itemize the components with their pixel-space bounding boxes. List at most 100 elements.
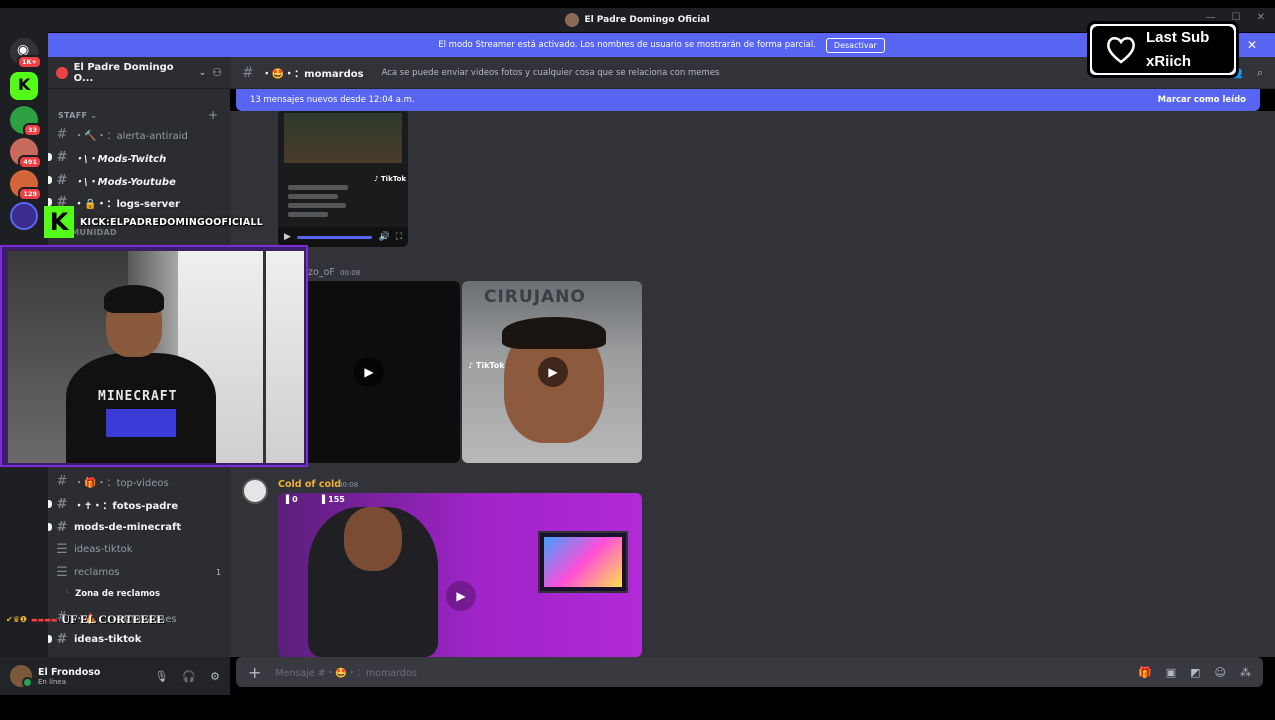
mentions-badge: 1K+ (16, 55, 42, 69)
add-attachment-icon[interactable]: + (248, 663, 261, 682)
add-channel-icon[interactable]: + (208, 108, 218, 122)
volume-icon[interactable]: 🔊 (378, 232, 389, 242)
unread-indicator (48, 523, 52, 531)
forum-icon: ☰ (56, 541, 68, 557)
unread-indicator (48, 635, 52, 643)
tiktok-watermark: ♪ TikTok (374, 175, 407, 183)
webcam-feed: MINECRAFT (8, 251, 304, 463)
hair-shape (502, 317, 606, 349)
server-avatar (565, 13, 580, 27)
message-list[interactable]: ♪ TikTok ▶ 🔊 ⛶ zo_oF 00:08 ▶ CIRUJANO ♪ … (230, 111, 1275, 657)
deactivate-streamer-button[interactable]: Desactivar (825, 37, 885, 53)
message-input[interactable]: Mensaje #・🤩・：momardos (275, 665, 416, 679)
chevron-down-icon: ⌄ (198, 67, 207, 78)
video-attachment[interactable]: ♪ TikTok ▶ 🔊 ⛶ (278, 111, 408, 247)
play-icon[interactable]: ▶ (446, 581, 476, 611)
thread-count: 1 (216, 567, 222, 577)
message-composer[interactable]: + Mensaje #・🤩・：momardos 🎁 ▣ ◩ ☺ ⁂ (236, 657, 1263, 687)
gif-icon[interactable]: ▣ (1166, 666, 1176, 679)
channel-label: ・🔨・：alerta-antiraid (74, 130, 188, 142)
video-attachment[interactable]: CIRUJANO ♪ TikTok ▶ (462, 281, 642, 463)
message-timestamp: 00:08 (338, 481, 359, 489)
channel-label: mods-de-minecraft (74, 521, 182, 533)
video-attachment[interactable]: ▌0 ▌155 ▶ (278, 493, 642, 657)
server-icon-orange[interactable]: 129 (10, 170, 42, 201)
gift-icon[interactable]: 🎁 (1138, 666, 1152, 679)
emoji-icon[interactable]: ☺ (1215, 666, 1226, 679)
face-thumbnail (344, 507, 402, 571)
channel-label: ・\・Mods-Youtube (74, 176, 176, 188)
video-counter: ▌155 (322, 495, 345, 504)
server-badge: 33 (22, 123, 42, 137)
gear-icon[interactable]: ⚙ (210, 670, 220, 683)
add-person-icon[interactable]: ⚇ (212, 66, 222, 79)
forum-channel-item[interactable]: ☰ ideas-tiktok (56, 539, 132, 559)
message-timestamp: 00:08 (340, 269, 361, 277)
unread-indicator (48, 153, 52, 161)
microphone-icon[interactable]: 🎙 (154, 670, 168, 683)
thread-branch-icon: └ (64, 589, 70, 599)
message-author[interactable]: zo_oF (308, 267, 335, 278)
channel-item[interactable]: # ・\・Mods-Youtube (56, 170, 176, 190)
channel-label: reclamos (74, 566, 120, 578)
avatar[interactable] (242, 478, 268, 504)
kick-server-icon[interactable]: K (10, 72, 38, 100)
chat-text: UF EL CORTEEEE (61, 612, 165, 626)
new-messages-bar[interactable]: 13 mensajes nuevos desde 12:04 a.m. Marc… (236, 89, 1260, 111)
last-sub-widget: Last Sub xRiich (1087, 21, 1239, 78)
channel-item[interactable]: # mods-de-minecraft (56, 517, 182, 537)
discord-home-icon[interactable]: ◉ 1K+ (10, 38, 42, 69)
server-header[interactable]: El Padre Domingo O... ⌄ ⚇ (48, 57, 230, 89)
hash-icon: # (56, 149, 68, 165)
username: El Frondoso (38, 666, 101, 678)
thread-item[interactable]: └ Zona de reclamos (64, 584, 160, 604)
play-icon[interactable]: ▶ (284, 232, 291, 242)
avatar[interactable] (10, 665, 33, 688)
channel-item[interactable]: # ・🔨・：alerta-antiraid (56, 124, 188, 144)
unread-indicator (48, 198, 52, 206)
channel-item[interactable]: # ideas-tiktok (56, 629, 142, 649)
channel-item[interactable]: # ・✝・：fotos-padre (56, 494, 179, 514)
new-messages-text: 13 mensajes nuevos desde 12:04 a.m. (250, 95, 415, 105)
video-progress-bar[interactable] (296, 235, 373, 239)
server-badge: 129 (18, 187, 42, 201)
mark-as-read-button[interactable]: Marcar como leído (1158, 95, 1246, 105)
channel-label: ・✝・：fotos-padre (74, 500, 179, 512)
forum-channel-item[interactable]: ☰ reclamos 1 (56, 562, 230, 582)
channel-topic[interactable]: Aca se puede enviar videos fotos y cualq… (382, 68, 720, 78)
category-staff[interactable]: STAFF ⌄ (58, 111, 97, 120)
channel-label: ・🎁・：top-videos (74, 477, 169, 489)
last-sub-name: xRiich (1146, 52, 1192, 70)
close-window-icon[interactable]: ✕ (1257, 12, 1265, 23)
server-icon-red[interactable]: 491 (10, 138, 42, 169)
server-badge: 491 (18, 155, 42, 169)
server-icon-purple[interactable] (10, 202, 38, 230)
unread-indicator (48, 500, 52, 508)
apps-icon[interactable]: ⁂ (1240, 666, 1251, 679)
heart-icon (1107, 36, 1135, 64)
search-icon[interactable]: ⌕ (1257, 66, 1263, 80)
video-counter: ▌0 (286, 495, 298, 504)
hash-icon: # (56, 473, 68, 489)
hash-icon: # (242, 64, 254, 81)
kick-logo-icon: K (44, 206, 74, 238)
headphones-icon[interactable]: 🎧 (182, 670, 196, 683)
channel-label: ideas-tiktok (74, 633, 142, 645)
webcam-overlay: MINECRAFT (0, 245, 308, 467)
channel-item[interactable]: # ・\・Mods-Twitch (56, 147, 167, 167)
hash-icon: # (56, 631, 68, 647)
play-icon[interactable]: ▶ (538, 357, 568, 387)
user-status: En línea (38, 677, 67, 686)
fullscreen-icon[interactable]: ⛶ (396, 232, 402, 242)
streamer-mode-text: El modo Streamer está activado. Los nomb… (438, 40, 816, 50)
sticker-icon[interactable]: ◩ (1190, 666, 1200, 679)
channel-item[interactable]: # ・🎁・：top-videos (56, 471, 169, 491)
play-icon[interactable]: ▶ (354, 357, 384, 387)
server-icon (56, 66, 68, 79)
server-icon-green[interactable]: 33 (10, 106, 42, 137)
close-banner-icon[interactable]: ✕ (1247, 38, 1257, 52)
tiktok-watermark: ♪ TikTok (468, 361, 505, 370)
kick-channel-text: KICK:ELPADREDOMINGOOFICIALL (80, 216, 263, 228)
video-controls[interactable]: ▶ 🔊 ⛶ (278, 227, 408, 247)
message-author[interactable]: Cold of cold (278, 479, 341, 490)
